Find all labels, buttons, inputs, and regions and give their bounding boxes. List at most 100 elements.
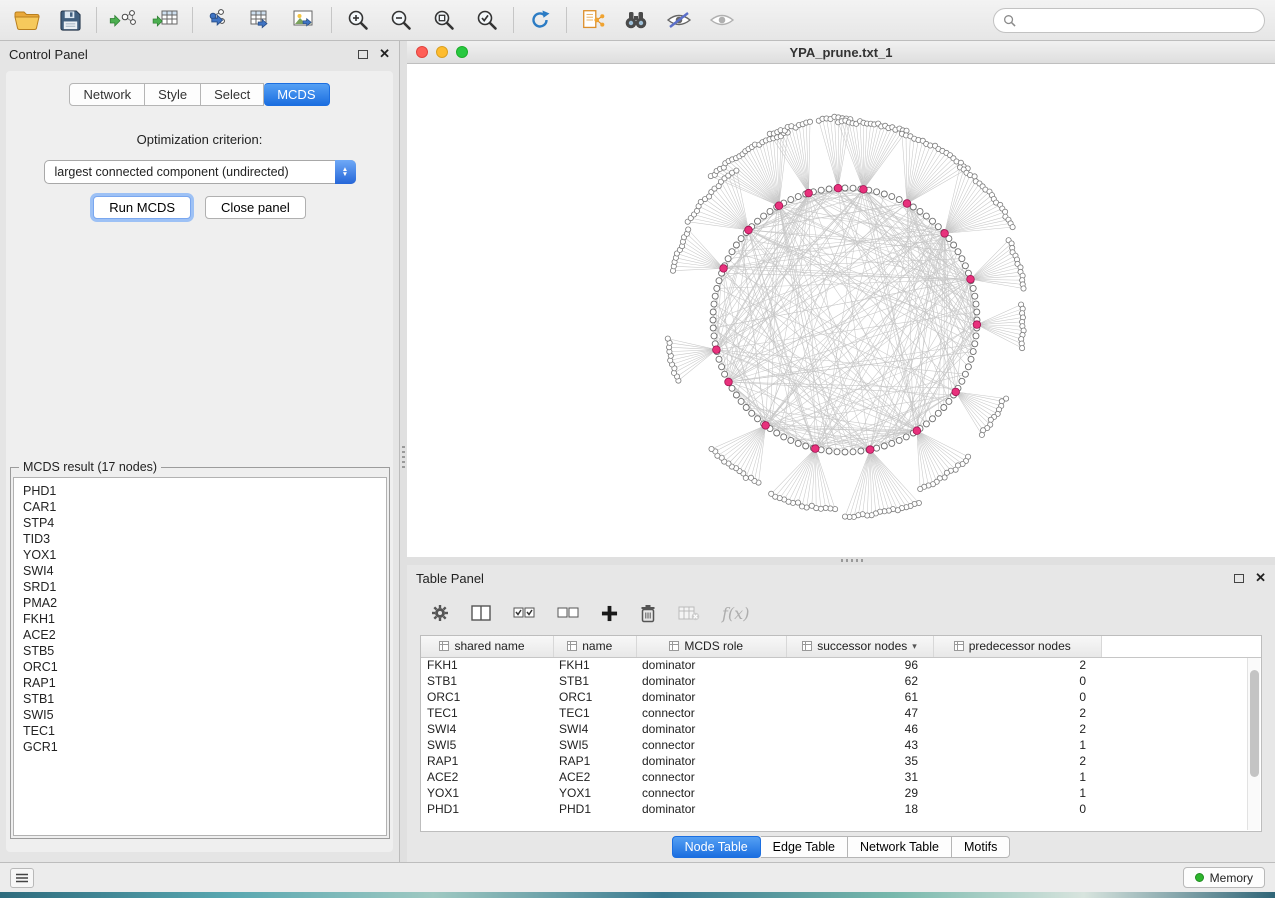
table-row[interactable]: FKH1 FKH1 dominator 96 2 xyxy=(421,657,1261,673)
cell-mcds-role[interactable]: connector xyxy=(636,769,786,785)
cell-successor-nodes[interactable]: 47 xyxy=(786,705,933,721)
cell-successor-nodes[interactable]: 43 xyxy=(786,737,933,753)
export-table-button[interactable] xyxy=(245,4,279,36)
table-row[interactable]: TEC1 TEC1 connector 47 2 xyxy=(421,705,1261,721)
export-image-button[interactable] xyxy=(288,4,322,36)
cell-name[interactable]: SWI4 xyxy=(553,721,636,737)
cell-name[interactable]: TEC1 xyxy=(553,705,636,721)
cell-mcds-role[interactable]: dominator xyxy=(636,657,786,673)
criterion-dropdown[interactable]: largest connected component (undirected)… xyxy=(44,160,356,184)
open-file-button[interactable] xyxy=(10,4,44,36)
show-all-button[interactable] xyxy=(705,4,739,36)
table-row[interactable]: SWI4 SWI4 dominator 46 2 xyxy=(421,721,1261,737)
hide-selected-button[interactable] xyxy=(662,4,696,36)
table-settings-button[interactable] xyxy=(431,604,449,622)
refresh-button[interactable] xyxy=(523,4,557,36)
mcds-result-item[interactable]: PMA2 xyxy=(23,595,386,611)
vertical-splitter[interactable] xyxy=(400,41,407,862)
table-row[interactable]: RAP1 RAP1 dominator 35 2 xyxy=(421,753,1261,769)
cell-name[interactable]: ACE2 xyxy=(553,769,636,785)
control-panel-tab[interactable]: Select xyxy=(201,83,264,106)
cell-shared-name[interactable]: SWI4 xyxy=(421,721,553,737)
add-column-button[interactable] xyxy=(601,605,618,622)
cell-predecessor-nodes[interactable]: 2 xyxy=(933,705,1101,721)
mcds-result-item[interactable]: PHD1 xyxy=(23,483,386,499)
mcds-result-item[interactable]: STP4 xyxy=(23,515,386,531)
zoom-fit-button[interactable] xyxy=(427,4,461,36)
cell-predecessor-nodes[interactable]: 2 xyxy=(933,657,1101,673)
close-panel-button[interactable]: Close panel xyxy=(205,196,306,219)
cell-successor-nodes[interactable]: 96 xyxy=(786,657,933,673)
cell-shared-name[interactable]: SWI5 xyxy=(421,737,553,753)
cell-mcds-role[interactable]: dominator xyxy=(636,689,786,705)
cell-successor-nodes[interactable]: 35 xyxy=(786,753,933,769)
cell-shared-name[interactable]: ACE2 xyxy=(421,769,553,785)
cell-predecessor-nodes[interactable]: 1 xyxy=(933,769,1101,785)
cell-successor-nodes[interactable]: 46 xyxy=(786,721,933,737)
cell-successor-nodes[interactable]: 62 xyxy=(786,673,933,689)
mcds-result-item[interactable]: YOX1 xyxy=(23,547,386,563)
cell-mcds-role[interactable]: dominator xyxy=(636,673,786,689)
cell-name[interactable]: YOX1 xyxy=(553,785,636,801)
maximize-window-icon[interactable] xyxy=(456,46,468,58)
control-panel-tab[interactable]: Style xyxy=(145,83,201,106)
zoom-out-button[interactable] xyxy=(384,4,418,36)
cell-predecessor-nodes[interactable]: 0 xyxy=(933,673,1101,689)
global-search-box[interactable] xyxy=(993,8,1265,33)
cell-predecessor-nodes[interactable]: 0 xyxy=(933,801,1101,817)
close-window-icon[interactable] xyxy=(416,46,428,58)
task-history-button[interactable] xyxy=(10,868,34,888)
mcds-result-item[interactable]: RAP1 xyxy=(23,675,386,691)
control-panel-tab[interactable]: Network xyxy=(69,83,145,106)
mcds-result-item[interactable]: FKH1 xyxy=(23,611,386,627)
scrollbar-thumb[interactable] xyxy=(1250,670,1259,777)
cell-mcds-role[interactable]: dominator xyxy=(636,721,786,737)
table-panel-tab[interactable]: Node Table xyxy=(672,836,761,858)
mcds-result-item[interactable]: GCR1 xyxy=(23,739,386,755)
mcds-result-item[interactable]: TEC1 xyxy=(23,723,386,739)
minimize-window-icon[interactable] xyxy=(436,46,448,58)
select-all-button[interactable] xyxy=(513,607,535,619)
cell-shared-name[interactable]: RAP1 xyxy=(421,753,553,769)
import-network-file-button[interactable] xyxy=(106,4,140,36)
cell-name[interactable]: FKH1 xyxy=(553,657,636,673)
cell-name[interactable]: RAP1 xyxy=(553,753,636,769)
table-panel-tab[interactable]: Edge Table xyxy=(761,836,848,858)
cell-successor-nodes[interactable]: 18 xyxy=(786,801,933,817)
cell-predecessor-nodes[interactable]: 1 xyxy=(933,785,1101,801)
column-header[interactable]: MCDS role▾ xyxy=(636,636,786,657)
cell-predecessor-nodes[interactable]: 2 xyxy=(933,721,1101,737)
cell-mcds-role[interactable]: dominator xyxy=(636,801,786,817)
table-row[interactable]: YOX1 YOX1 connector 29 1 xyxy=(421,785,1261,801)
cell-shared-name[interactable]: STB1 xyxy=(421,673,553,689)
mcds-result-item[interactable]: TID3 xyxy=(23,531,386,547)
share-network-file-button[interactable] xyxy=(576,4,610,36)
table-scrollbar[interactable] xyxy=(1247,658,1260,830)
cell-successor-nodes[interactable]: 31 xyxy=(786,769,933,785)
zoom-in-button[interactable] xyxy=(341,4,375,36)
deselect-all-button[interactable] xyxy=(557,607,579,619)
table-row[interactable]: ORC1 ORC1 dominator 61 0 xyxy=(421,689,1261,705)
column-header[interactable]: successor nodes▾ xyxy=(786,636,933,657)
cell-successor-nodes[interactable]: 29 xyxy=(786,785,933,801)
table-row[interactable]: STB1 STB1 dominator 62 0 xyxy=(421,673,1261,689)
float-panel-icon[interactable] xyxy=(358,50,368,59)
mcds-result-item[interactable]: ACE2 xyxy=(23,627,386,643)
cell-shared-name[interactable]: TEC1 xyxy=(421,705,553,721)
cell-predecessor-nodes[interactable]: 0 xyxy=(933,689,1101,705)
network-canvas[interactable] xyxy=(407,64,1275,557)
save-button[interactable] xyxy=(53,4,87,36)
export-network-button[interactable] xyxy=(202,4,236,36)
search-network-button[interactable] xyxy=(619,4,653,36)
cell-shared-name[interactable]: ORC1 xyxy=(421,689,553,705)
mcds-result-item[interactable]: CAR1 xyxy=(23,499,386,515)
mcds-result-item[interactable]: SWI5 xyxy=(23,707,386,723)
cell-predecessor-nodes[interactable]: 2 xyxy=(933,753,1101,769)
cell-shared-name[interactable]: FKH1 xyxy=(421,657,553,673)
float-panel-icon[interactable] xyxy=(1234,574,1244,583)
show-columns-button[interactable] xyxy=(471,605,491,621)
cell-name[interactable]: STB1 xyxy=(553,673,636,689)
horizontal-splitter[interactable] xyxy=(407,557,1275,565)
import-table-file-button[interactable] xyxy=(149,4,183,36)
cell-mcds-role[interactable]: dominator xyxy=(636,753,786,769)
